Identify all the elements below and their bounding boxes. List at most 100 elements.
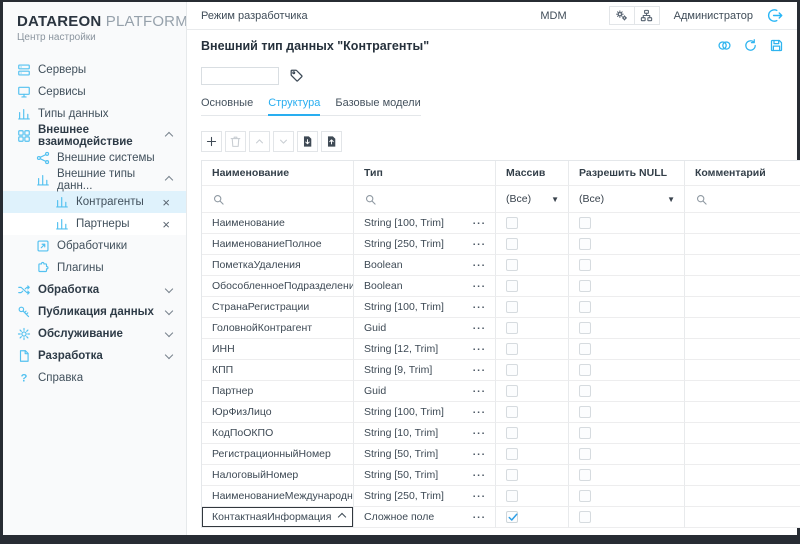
type-options-button[interactable]: ... bbox=[473, 278, 486, 290]
sidebar-item-data-types[interactable]: Типы данных bbox=[3, 103, 186, 125]
array-checkbox[interactable] bbox=[506, 511, 518, 523]
sidebar-item-maintenance[interactable]: Обслуживание bbox=[3, 323, 186, 345]
cell-type[interactable]: String [9, Trim]... bbox=[354, 360, 496, 381]
compare-button[interactable] bbox=[717, 38, 732, 53]
cell-comment[interactable] bbox=[685, 339, 800, 360]
cell-name[interactable]: КПП bbox=[202, 360, 354, 381]
name-filter-input[interactable] bbox=[202, 186, 354, 213]
cell-comment[interactable] bbox=[685, 255, 800, 276]
close-icon[interactable]: × bbox=[162, 218, 170, 231]
allow-null-checkbox[interactable] bbox=[579, 511, 591, 523]
tab-structure[interactable]: Структура bbox=[268, 92, 320, 116]
sidebar-item-external-interaction[interactable]: Внешнее взаимодействие bbox=[3, 125, 186, 147]
type-options-button[interactable]: ... bbox=[473, 320, 486, 332]
allow-null-checkbox[interactable] bbox=[579, 280, 591, 292]
sidebar-item-partners[interactable]: Партнеры× bbox=[3, 213, 186, 235]
type-options-button[interactable]: ... bbox=[473, 425, 486, 437]
allow-null-checkbox[interactable] bbox=[579, 217, 591, 229]
cell-comment[interactable] bbox=[685, 297, 800, 318]
sidebar-item-plugins[interactable]: Плагины bbox=[3, 257, 186, 279]
cell-comment[interactable] bbox=[685, 360, 800, 381]
cell-type[interactable]: String [50, Trim]... bbox=[354, 444, 496, 465]
column-header-name[interactable]: Наименование bbox=[202, 161, 354, 186]
cell-name[interactable]: ГоловнойКонтрагент bbox=[202, 318, 354, 339]
column-header-array[interactable]: Массив bbox=[496, 161, 569, 186]
cell-type[interactable]: String [250, Trim]... bbox=[354, 486, 496, 507]
allow-null-checkbox[interactable] bbox=[579, 238, 591, 250]
cell-comment[interactable] bbox=[685, 444, 800, 465]
cell-name[interactable]: СтранаРегистрации bbox=[202, 297, 354, 318]
sidebar-item-services[interactable]: Сервисы bbox=[3, 81, 186, 103]
allow-null-checkbox[interactable] bbox=[579, 301, 591, 313]
cell-comment[interactable] bbox=[685, 318, 800, 339]
cell-name[interactable]: КонтактнаяИнформация bbox=[202, 507, 354, 528]
allow-null-checkbox[interactable] bbox=[579, 406, 591, 418]
cell-comment[interactable] bbox=[685, 381, 800, 402]
cell-type[interactable]: String [100, Trim]... bbox=[354, 402, 496, 423]
allow-null-checkbox[interactable] bbox=[579, 448, 591, 460]
array-checkbox[interactable] bbox=[506, 238, 518, 250]
cell-comment[interactable] bbox=[685, 402, 800, 423]
type-options-button[interactable]: ... bbox=[473, 362, 486, 374]
array-checkbox[interactable] bbox=[506, 469, 518, 481]
cell-comment[interactable] bbox=[685, 213, 800, 234]
allow-null-checkbox[interactable] bbox=[579, 322, 591, 334]
hierarchy-button[interactable] bbox=[634, 6, 660, 25]
cell-name[interactable]: НаименованиеПолное bbox=[202, 234, 354, 255]
array-checkbox[interactable] bbox=[506, 427, 518, 439]
type-options-button[interactable]: ... bbox=[473, 383, 486, 395]
cell-type[interactable]: String [12, Trim]... bbox=[354, 339, 496, 360]
array-checkbox[interactable] bbox=[506, 490, 518, 502]
column-header-comment[interactable]: Комментарий bbox=[685, 161, 800, 186]
cell-name[interactable]: КодПоОКПО bbox=[202, 423, 354, 444]
move-up-button[interactable] bbox=[249, 131, 270, 152]
array-checkbox[interactable] bbox=[506, 322, 518, 334]
array-filter-select[interactable]: (Все)▼ bbox=[496, 186, 569, 213]
cell-name[interactable]: НаименованиеМеждународное bbox=[202, 486, 354, 507]
type-filter-input[interactable] bbox=[354, 186, 496, 213]
allow-null-checkbox[interactable] bbox=[579, 364, 591, 376]
settings-gears-button[interactable] bbox=[609, 6, 635, 25]
collapse-chevron-icon[interactable] bbox=[338, 513, 346, 521]
type-options-button[interactable]: ... bbox=[473, 257, 486, 269]
cell-comment[interactable] bbox=[685, 423, 800, 444]
cell-comment[interactable] bbox=[685, 465, 800, 486]
import-file-button[interactable] bbox=[321, 131, 342, 152]
sidebar-item-processing[interactable]: Обработка bbox=[3, 279, 186, 301]
cell-type[interactable]: String [10, Trim]... bbox=[354, 423, 496, 444]
cell-comment[interactable] bbox=[685, 486, 800, 507]
sidebar-item-handlers[interactable]: Обработчики bbox=[3, 235, 186, 257]
column-header-allow-null[interactable]: Разрешить NULL bbox=[569, 161, 685, 186]
column-header-type[interactable]: Тип bbox=[354, 161, 496, 186]
cell-type[interactable]: Guid... bbox=[354, 381, 496, 402]
type-options-button[interactable]: ... bbox=[473, 404, 486, 416]
cell-comment[interactable] bbox=[685, 276, 800, 297]
sidebar-item-help[interactable]: ?Справка bbox=[3, 367, 186, 389]
tab-base-models[interactable]: Базовые модели bbox=[335, 92, 420, 116]
tag-filter-input[interactable] bbox=[201, 67, 279, 85]
cell-type[interactable]: Boolean... bbox=[354, 255, 496, 276]
export-file-button[interactable] bbox=[297, 131, 318, 152]
cell-name[interactable]: РегистрационныйНомер bbox=[202, 444, 354, 465]
array-checkbox[interactable] bbox=[506, 259, 518, 271]
logout-button[interactable] bbox=[763, 7, 787, 24]
sidebar-item-servers[interactable]: Серверы bbox=[3, 59, 186, 81]
array-checkbox[interactable] bbox=[506, 385, 518, 397]
sidebar-item-development[interactable]: Разработка bbox=[3, 345, 186, 367]
array-checkbox[interactable] bbox=[506, 448, 518, 460]
cell-type[interactable]: String [50, Trim]... bbox=[354, 465, 496, 486]
array-checkbox[interactable] bbox=[506, 217, 518, 229]
cell-name[interactable]: ИНН bbox=[202, 339, 354, 360]
add-button[interactable] bbox=[201, 131, 222, 152]
allow-null-checkbox[interactable] bbox=[579, 469, 591, 481]
delete-button[interactable] bbox=[225, 131, 246, 152]
sidebar-item-external-data-types[interactable]: Внешние типы данн... bbox=[3, 169, 186, 191]
cell-type[interactable]: Сложное поле... bbox=[354, 507, 496, 528]
allow-null-checkbox[interactable] bbox=[579, 343, 591, 355]
sidebar-item-data-publication[interactable]: Публикация данных bbox=[3, 301, 186, 323]
type-options-button[interactable]: ... bbox=[473, 467, 486, 479]
type-options-button[interactable]: ... bbox=[473, 509, 486, 521]
tag-filter-button[interactable] bbox=[286, 66, 306, 86]
cell-comment[interactable] bbox=[685, 234, 800, 255]
refresh-button[interactable] bbox=[743, 38, 758, 53]
